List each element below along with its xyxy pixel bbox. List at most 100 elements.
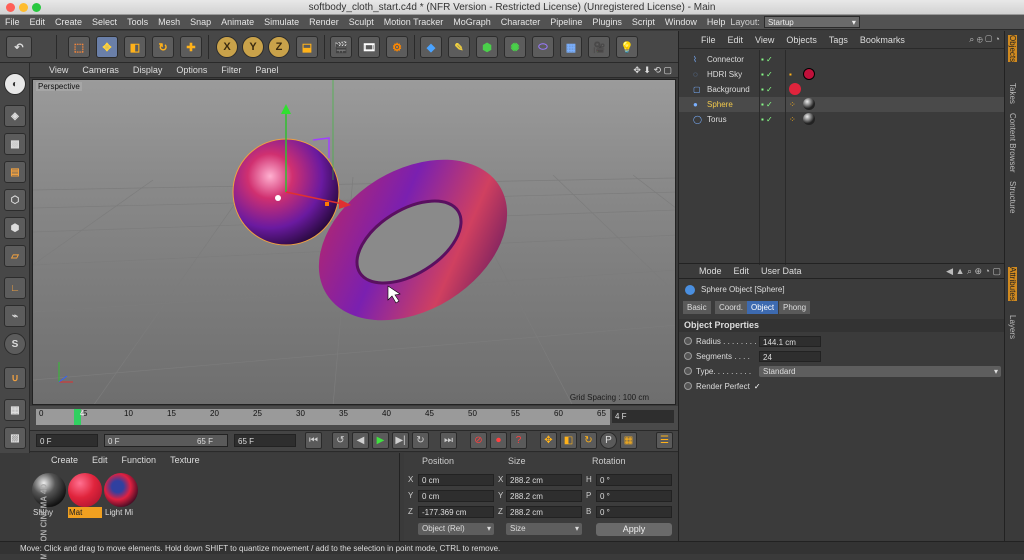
preview-range-slider[interactable]: 0 F 65 F (104, 434, 228, 447)
texture-mode-icon[interactable]: ▩ (4, 133, 26, 155)
visibility-toggle[interactable]: ▪ ✓ (761, 67, 773, 82)
menu-window[interactable]: Window (660, 15, 702, 30)
menu-edit[interactable]: Edit (25, 15, 51, 30)
model-mode-icon[interactable]: ◈ (4, 105, 26, 127)
cloner-icon[interactable]: ✺ (504, 36, 526, 58)
material-tag-icon[interactable] (789, 83, 801, 95)
menu-simulate[interactable]: Simulate (259, 15, 304, 30)
menu-mesh[interactable]: Mesh (153, 15, 185, 30)
subdivision-icon[interactable]: ⬢ (476, 36, 498, 58)
visibility-toggle[interactable]: ▪ ✓ (761, 52, 773, 67)
render-picture-viewer-icon[interactable]: 🎞 (358, 36, 380, 58)
go-to-start-icon[interactable]: ⏮ (305, 432, 322, 449)
attributes-menu-edit[interactable]: Edit (728, 263, 756, 279)
size-y-field[interactable]: 288.2 cm (506, 490, 582, 502)
object-row-connector[interactable]: ⌇ Connector ▪ ✓ (679, 52, 1005, 67)
axis-mode-icon[interactable]: ∟ (4, 277, 26, 299)
attributes-menu-user-data[interactable]: User Data (755, 263, 808, 279)
make-editable-icon[interactable]: ◐ (4, 73, 26, 95)
magnet-icon[interactable]: ∪ (4, 367, 26, 389)
timeline-ruler[interactable]: 0 5 10 15 20 25 30 35 40 45 50 55 60 65 … (36, 409, 610, 425)
side-tab-takes[interactable]: Takes (1008, 83, 1017, 104)
checkmark-icon[interactable]: ✓ (754, 382, 761, 391)
key-rotation-icon[interactable]: ↻ (580, 432, 597, 449)
size-mode-dropdown[interactable]: Size ▾ (506, 523, 582, 535)
current-frame-field[interactable]: 4 F (612, 410, 674, 423)
objects-menu-tags[interactable]: Tags (823, 32, 854, 48)
type-dropdown[interactable]: Standard ▾ (759, 366, 1001, 377)
pos-x-field[interactable]: 0 cm (418, 474, 494, 486)
viewport-menu-filter[interactable]: Filter (214, 63, 248, 78)
viewport-menu-options[interactable]: Options (169, 63, 214, 78)
key-point-level-icon[interactable]: ▦ (620, 432, 637, 449)
object-row-torus[interactable]: ◯ Torus ▪ ✓ ⁘ (679, 112, 1005, 127)
material-tag-icon[interactable] (803, 68, 815, 80)
workplane-icon[interactable]: ▤ (4, 161, 26, 183)
side-tab-objects[interactable]: Objects (1008, 35, 1017, 63)
rot-h-field[interactable]: 0 ° (596, 474, 672, 486)
side-tab-attributes[interactable]: Attributes (1008, 267, 1017, 301)
record-active-icon[interactable]: ⊘ (470, 432, 487, 449)
tab-object[interactable]: Object (747, 301, 779, 314)
viewport-menu-view[interactable]: View (42, 63, 75, 78)
close-window-button[interactable] (6, 3, 15, 12)
material-menu-function[interactable]: Function (115, 453, 164, 468)
light-icon[interactable]: 💡 (616, 36, 638, 58)
viewport-nav-icons[interactable]: ✥ ⬇ ⟲ ▢ (633, 65, 672, 76)
size-z-field[interactable]: 288.2 cm (506, 506, 582, 518)
visibility-toggle[interactable]: ▪ ✓ (761, 97, 773, 112)
next-frame-icon[interactable]: ▶| (392, 432, 409, 449)
render-settings-icon[interactable]: ⚙ (386, 36, 408, 58)
snap-icon[interactable]: S (4, 333, 26, 355)
undo-icon[interactable]: ↶ (6, 36, 32, 58)
points-mode-icon[interactable]: ⬡ (4, 189, 26, 211)
material-menu-texture[interactable]: Texture (163, 453, 207, 468)
timeline-menu-icon[interactable]: ☰ (656, 432, 673, 449)
layout-dropdown[interactable]: Startup ▾ (763, 16, 860, 28)
workplane-grid-icon[interactable]: ▦ (4, 399, 26, 421)
object-row-sphere[interactable]: ● Sphere ▪ ✓ ⁘ (679, 97, 1005, 112)
menu-plugins[interactable]: Plugins (587, 15, 627, 30)
menu-tools[interactable]: Tools (122, 15, 153, 30)
add-tool-icon[interactable]: ✚ (180, 36, 202, 58)
compositing-tag-icon[interactable]: ▪ (789, 67, 792, 82)
previous-key-icon[interactable]: ↺ (332, 432, 349, 449)
menu-select[interactable]: Select (87, 15, 122, 30)
camera-icon[interactable]: 🎥 (588, 36, 610, 58)
move-tool-icon[interactable]: ✥ (96, 36, 118, 58)
polygons-mode-icon[interactable]: ▱ (4, 245, 26, 267)
menu-script[interactable]: Script (627, 15, 660, 30)
menu-snap[interactable]: Snap (185, 15, 216, 30)
menu-mograph[interactable]: MoGraph (448, 15, 496, 30)
play-forward-icon[interactable]: ▶ (372, 432, 389, 449)
viewport-menu-panel[interactable]: Panel (248, 63, 285, 78)
coordinate-mode-dropdown[interactable]: Object (Rel) ▾ (418, 523, 494, 535)
material-shiny[interactable]: Shiny (32, 473, 66, 519)
objects-menu-edit[interactable]: Edit (722, 32, 750, 48)
menu-sculpt[interactable]: Sculpt (344, 15, 379, 30)
deformer-icon[interactable]: ⬭ (532, 36, 554, 58)
side-tab-structure[interactable]: Structure (1008, 181, 1017, 213)
menu-file[interactable]: File (0, 15, 25, 30)
y-axis-lock-button[interactable]: Y (242, 36, 264, 58)
key-scale-icon[interactable]: ◧ (560, 432, 577, 449)
minimize-window-button[interactable] (19, 3, 28, 12)
tab-phong[interactable]: Phong (779, 301, 811, 314)
floor-icon[interactable]: ▦ (560, 36, 582, 58)
dynamics-tag-icon[interactable]: ⁘ (789, 97, 796, 112)
menu-animate[interactable]: Animate (216, 15, 259, 30)
material-menu-edit[interactable]: Edit (85, 453, 115, 468)
viewport-menu-cameras[interactable]: Cameras (75, 63, 126, 78)
object-row-background[interactable]: ▢ Background ▪ ✓ (679, 82, 1005, 97)
tab-basic[interactable]: Basic (683, 301, 711, 314)
menu-render[interactable]: Render (304, 15, 344, 30)
apply-button[interactable]: Apply (596, 523, 672, 536)
material-light-mix[interactable]: Light Mi (104, 473, 138, 519)
rotate-tool-icon[interactable]: ↻ (152, 36, 174, 58)
objects-menu-bookmarks[interactable]: Bookmarks (854, 32, 911, 48)
attributes-menu-mode[interactable]: Mode (693, 263, 728, 279)
z-axis-lock-button[interactable]: Z (268, 36, 290, 58)
material-menu-create[interactable]: Create (44, 453, 85, 468)
coordinate-system-icon[interactable]: ⬓ (296, 36, 318, 58)
viewport-menu-display[interactable]: Display (126, 63, 170, 78)
